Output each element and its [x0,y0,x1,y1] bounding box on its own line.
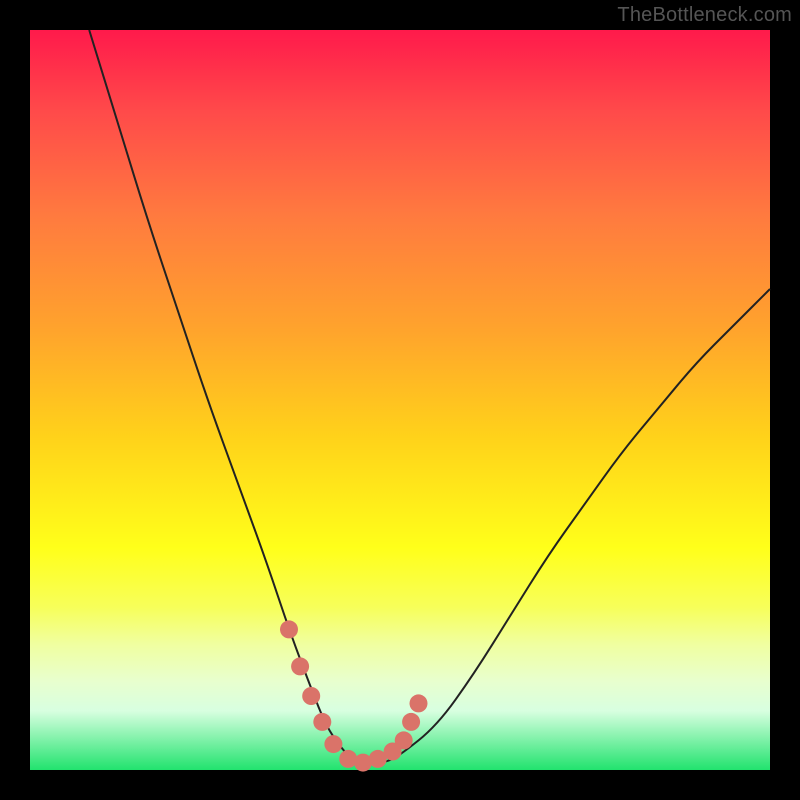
marker-point [302,687,320,705]
marker-point [280,620,298,638]
marker-point [324,735,342,753]
marker-point [291,657,309,675]
bottleneck-curve [89,30,770,763]
marker-point [395,731,413,749]
marker-point [402,713,420,731]
chart-stage: TheBottleneck.com [0,0,800,800]
watermark-text: TheBottleneck.com [617,4,792,27]
curve-svg [30,30,770,770]
marker-point [410,694,428,712]
marker-point [313,713,331,731]
plot-area [30,30,770,770]
highlight-markers [280,620,428,771]
